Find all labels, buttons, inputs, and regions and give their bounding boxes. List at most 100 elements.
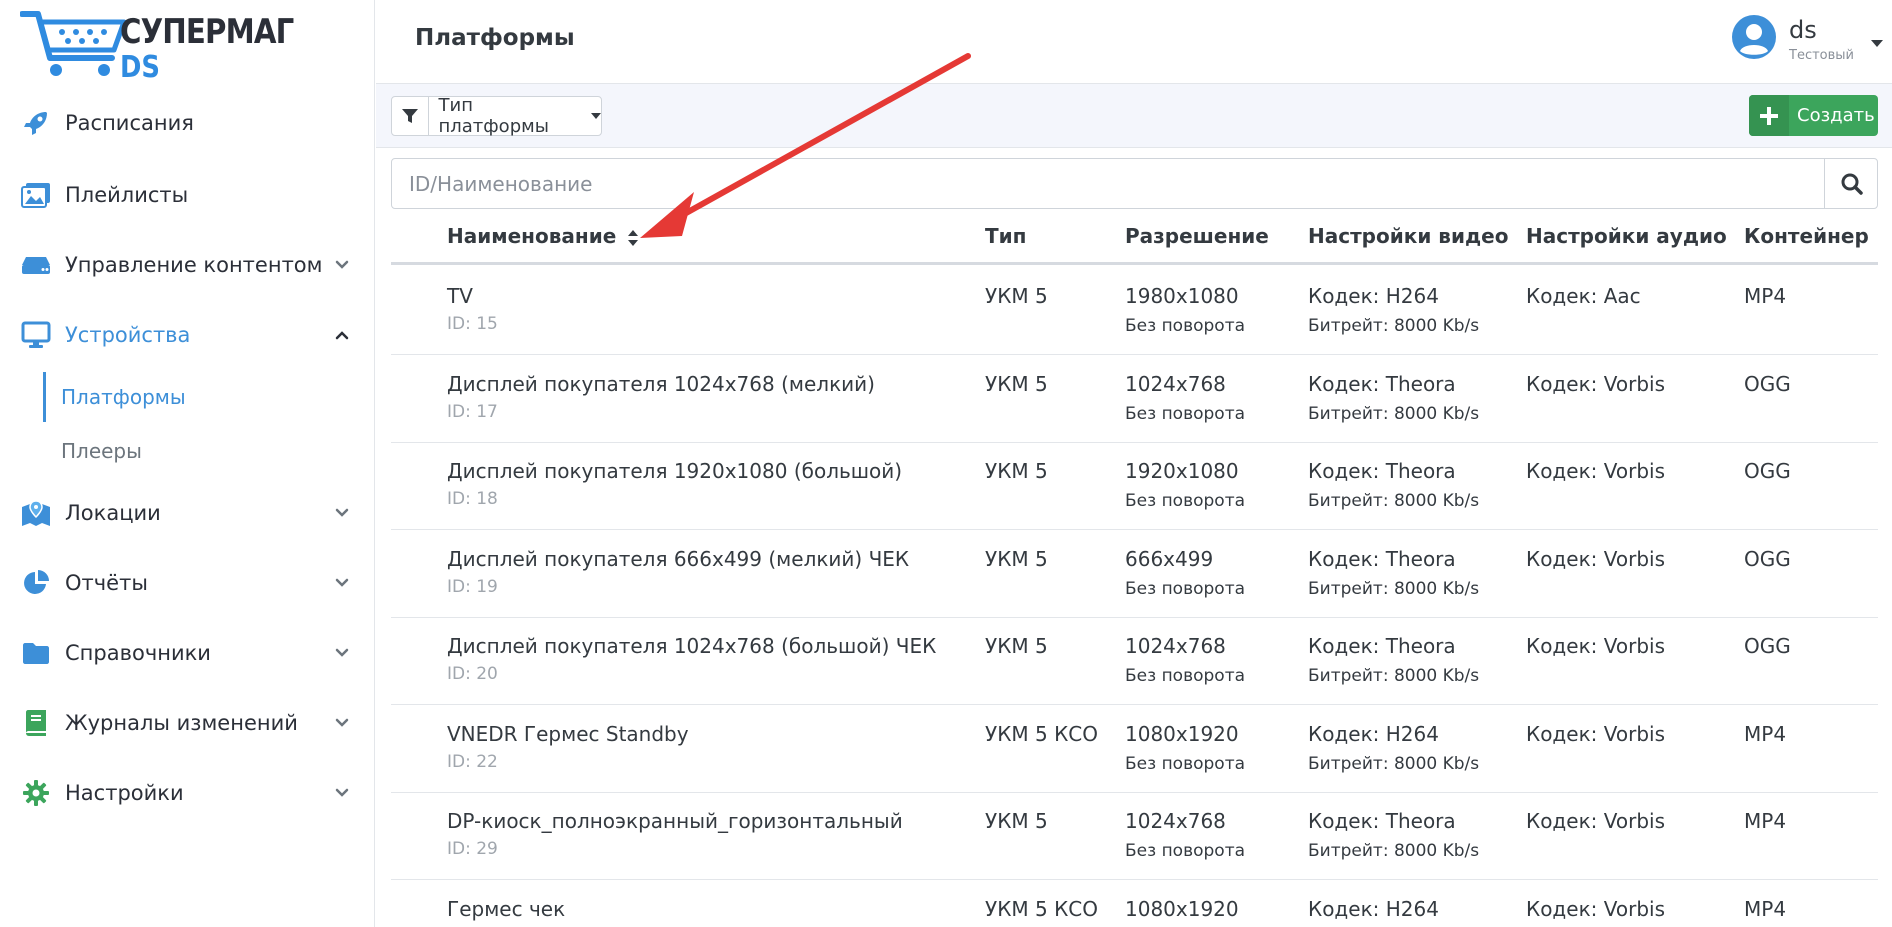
sidebar-item-locations[interactable]: Локации xyxy=(0,488,375,538)
cell-id: ID: 29 xyxy=(447,839,498,859)
cell-video-bitrate: Битрейт: 8000 Kb/s xyxy=(1308,491,1480,511)
book-icon xyxy=(20,707,52,739)
sidebar-item-label: Журналы изменений xyxy=(65,711,298,735)
chevron-down-icon xyxy=(335,508,349,517)
sidebar-item-changelog[interactable]: Журналы изменений xyxy=(0,698,375,748)
cell-name: Дисплей покупателя 1920x1080 (большой) xyxy=(447,459,903,483)
cell-video-codec: Кодек: H264 xyxy=(1308,896,1439,921)
sidebar-item-label: Справочники xyxy=(65,641,211,665)
cell-resolution: 1980x1080 xyxy=(1125,284,1239,308)
sidebar: СУПЕРМАГ DS Расписания Плейлисты Управле… xyxy=(0,0,375,927)
table-row[interactable]: Дисплей покупателя 1024x768 (большой) ЧЕ… xyxy=(391,618,1878,705)
filter-label: Тип платформы xyxy=(438,95,549,137)
cell-rotation: Без поворота xyxy=(1125,491,1246,511)
pie-chart-icon xyxy=(20,567,52,599)
cell-type: УКМ 5 КСО xyxy=(985,896,1098,921)
monitor-icon xyxy=(20,319,52,351)
sidebar-item-schedules[interactable]: Расписания xyxy=(0,98,375,148)
caret-down-icon xyxy=(591,113,601,119)
cell-name: DP-киоск_полноэкранный_горизонтальный xyxy=(447,809,903,833)
cell-rotation: Без поворота xyxy=(1125,666,1246,686)
cell-video-bitrate: Битрейт: 8000 Kb/s xyxy=(1308,403,1480,424)
cell-resolution: 666x499 xyxy=(1125,546,1214,571)
search-icon xyxy=(1841,173,1863,195)
column-header-type[interactable]: Тип xyxy=(985,224,1026,248)
sidebar-item-reports[interactable]: Отчёты xyxy=(0,558,375,608)
cell-id: ID: 19 xyxy=(447,576,498,597)
sort-icon xyxy=(628,229,639,246)
cell-name: Дисплей покупателя 1024x768 (мелкий) xyxy=(447,371,875,396)
hdd-icon xyxy=(20,249,52,281)
cell-container: OGG xyxy=(1744,634,1791,658)
cell-video-codec: Кодек: Theora xyxy=(1308,634,1456,658)
sidebar-item-label: Устройства xyxy=(65,323,191,347)
sidebar-item-label: Отчёты xyxy=(65,571,148,595)
cell-video-bitrate: Битрейт: 8000 Kb/s xyxy=(1308,753,1480,774)
create-button[interactable]: Создать xyxy=(1749,95,1878,136)
cell-name: TV xyxy=(447,284,473,308)
sidebar-item-label: Локации xyxy=(65,501,161,525)
sidebar-item-content[interactable]: Управление контентом xyxy=(0,240,375,290)
plus-icon xyxy=(1749,95,1789,136)
column-header-resolution[interactable]: Разрешение xyxy=(1125,224,1269,248)
sidebar-item-references[interactable]: Справочники xyxy=(0,628,375,678)
cell-name: Дисплей покупателя 1024x768 (большой) ЧЕ… xyxy=(447,634,937,658)
cell-container: OGG xyxy=(1744,459,1791,483)
sidebar-item-label: Настройки xyxy=(65,781,184,805)
chevron-down-icon xyxy=(335,718,349,727)
table-row[interactable]: Дисплей покупателя 1920x1080 (большой) ID… xyxy=(391,443,1878,530)
sidebar-item-settings[interactable]: Настройки xyxy=(0,768,375,818)
logo[interactable]: СУПЕРМАГ DS xyxy=(20,8,294,85)
cell-video-bitrate: Битрейт: 8000 Kb/s xyxy=(1308,578,1480,599)
cell-audio-codec: Кодек: Aac xyxy=(1526,284,1641,308)
page-title: Платформы xyxy=(415,25,575,51)
cell-resolution: 1024x768 xyxy=(1125,634,1226,658)
cell-id: ID: 22 xyxy=(447,751,498,772)
folder-icon xyxy=(20,637,52,669)
sidebar-item-playlists[interactable]: Плейлисты xyxy=(0,170,375,220)
user-role: Тестовый xyxy=(1789,48,1854,63)
sidebar-subitem-platforms[interactable]: Платформы xyxy=(43,372,343,422)
cell-resolution: 1024x768 xyxy=(1125,809,1226,833)
user-menu[interactable]: ds Тестовый xyxy=(1731,14,1891,70)
cell-resolution: 1080x1920 xyxy=(1125,721,1239,746)
column-header-video[interactable]: Настройки видео xyxy=(1308,224,1508,248)
search-button[interactable] xyxy=(1824,159,1878,208)
column-header-name[interactable]: Наименование xyxy=(447,224,639,248)
caret-down-icon xyxy=(1871,40,1883,47)
cell-rotation: Без поворота xyxy=(1125,841,1246,861)
column-header-container[interactable]: Контейнер xyxy=(1744,224,1869,248)
cell-video-codec: Кодек: Theora xyxy=(1308,546,1456,571)
toolbar: Тип платформы Создать xyxy=(376,84,1892,148)
table-row[interactable]: Гермес чек УКМ 5 КСО 1080x1920 Кодек: H264 К… xyxy=(391,881,1878,927)
cell-audio-codec: Кодек: Vorbis xyxy=(1526,896,1666,921)
sidebar-item-label: Плейлисты xyxy=(65,183,189,207)
table-row[interactable]: VNEDR Гермес Standby ID: 22 УКМ 5 КСО 1080x… xyxy=(391,706,1878,793)
cell-type: УКМ 5 xyxy=(985,284,1048,308)
table-row[interactable]: Дисплей покупателя 666x499 (мелкий) ЧЕК I… xyxy=(391,531,1878,618)
cell-id: ID: 20 xyxy=(447,664,498,684)
sidebar-item-devices[interactable]: Устройства xyxy=(0,310,375,360)
table-row[interactable]: Дисплей покупателя 1024x768 (мелкий) ID: … xyxy=(391,356,1878,443)
platform-type-filter-button[interactable]: Тип платформы xyxy=(391,95,602,137)
chevron-down-icon xyxy=(335,788,349,797)
table-row[interactable]: DP-киоск_полноэкранный_горизонтальный ID:… xyxy=(391,793,1878,880)
table-row[interactable]: TV ID: 15 УКМ 5 1980x1080 Без поворота Кодек:… xyxy=(391,268,1878,355)
cell-audio-codec: Кодек: Vorbis xyxy=(1526,459,1666,483)
cell-name: Гермес чек xyxy=(447,896,566,921)
column-header-label: Наименование xyxy=(447,224,617,248)
logo-subtext: DS xyxy=(120,50,161,85)
cell-video-codec: Кодек: Theora xyxy=(1308,459,1456,483)
chevron-down-icon xyxy=(335,648,349,657)
gear-icon xyxy=(20,777,52,809)
cell-type: УКМ 5 xyxy=(985,459,1048,483)
cell-video-codec: Кодек: Theora xyxy=(1308,809,1456,833)
cell-video-codec: Кодек: Theora xyxy=(1308,371,1456,396)
filter-icon xyxy=(392,97,429,135)
cell-type: УКМ 5 xyxy=(985,371,1048,396)
cell-video-codec: Кодек: H264 xyxy=(1308,721,1439,746)
column-header-audio[interactable]: Настройки аудио xyxy=(1526,224,1727,248)
search-input[interactable] xyxy=(392,159,1824,208)
sidebar-subitem-players[interactable]: Плееры xyxy=(43,426,343,476)
cell-container: MP4 xyxy=(1744,809,1787,833)
